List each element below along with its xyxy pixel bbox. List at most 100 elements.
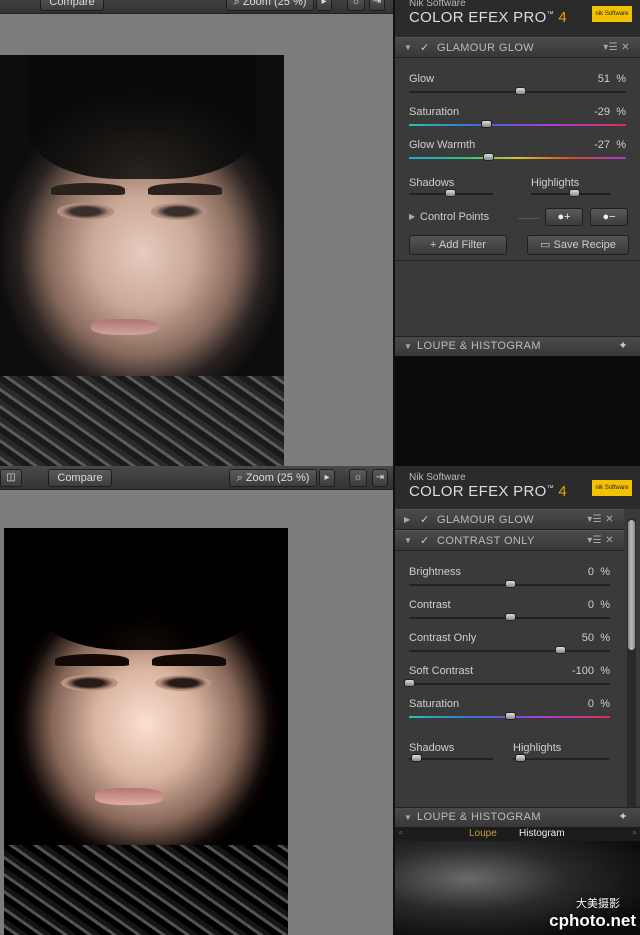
slider-track[interactable] <box>409 683 610 685</box>
slider-value[interactable]: -29 <box>594 106 610 118</box>
expand-arrow-icon[interactable]: ▼ <box>404 337 412 356</box>
histogram-checkbox[interactable]: ▫ <box>632 827 636 841</box>
pin-icon[interactable]: ✦ <box>618 337 628 356</box>
slider-glow-warmth: Glow Warmth -27% <box>395 132 640 165</box>
exit-icon[interactable]: ⇥ <box>372 469 388 487</box>
slider-label: Saturation <box>409 698 460 710</box>
portrait-photo-before <box>4 528 288 935</box>
slider-saturation: Saturation -29% <box>395 99 640 132</box>
divider <box>518 218 540 219</box>
loupe-checkbox[interactable]: ▫ <box>399 827 403 841</box>
slider-value[interactable]: 0 <box>588 599 594 611</box>
slider-knob[interactable] <box>514 87 526 95</box>
slider-knob[interactable] <box>483 153 495 161</box>
top-canvas <box>0 14 393 466</box>
nik-logo: nik Software <box>592 480 632 496</box>
exit-icon[interactable]: ⇥ <box>369 0 385 11</box>
filter-header-contrast-only[interactable]: ▼ ✓ CONTRAST ONLY ▾☰ ✕ <box>395 530 624 551</box>
filter-name: GLAMOUR GLOW <box>437 42 535 54</box>
slider-unit: % <box>600 698 610 710</box>
slider-knob[interactable] <box>504 613 516 621</box>
slider-knob[interactable] <box>481 120 493 128</box>
filter-name: CONTRAST ONLY <box>437 535 535 547</box>
shadows-knob[interactable] <box>411 754 422 762</box>
expand-arrow-icon[interactable]: ▼ <box>404 38 412 58</box>
highlights-label: Highlights <box>531 177 580 189</box>
top-view: Compare ⌕ Zoom (25 %) ▸ ☼ ⇥ Nik Software… <box>0 0 640 466</box>
bottom-toolbar: ◫ Compare ⌕ Zoom (25 %) ▸ ☼ ⇥ <box>0 466 393 490</box>
loupe-view <box>395 356 640 466</box>
checkmark-icon[interactable]: ✓ <box>420 510 430 530</box>
expand-arrow-icon[interactable]: ▶ <box>409 212 415 221</box>
slider-value[interactable]: 0 <box>588 698 594 710</box>
brand-header: Nik Software COLOR EFEX PRO™ 4 nik Softw… <box>395 0 640 37</box>
remove-control-point-button[interactable]: ●− <box>590 208 628 226</box>
add-filter-button[interactable]: + Add Filter <box>409 235 507 255</box>
loupe-histogram-header[interactable]: ▼ LOUPE & HISTOGRAM ✦ <box>395 336 640 356</box>
checkmark-icon[interactable]: ✓ <box>420 531 430 551</box>
loupe-tab[interactable]: Loupe <box>469 827 497 841</box>
slider-unit: % <box>616 73 626 85</box>
expand-arrow-icon[interactable]: ▼ <box>404 531 412 551</box>
filter-menu-close-icon[interactable]: ▾☰ ✕ <box>603 38 630 58</box>
filter-actions: + Add Filter ▭ Save Recipe <box>395 231 640 261</box>
zoom-next-arrow-icon[interactable]: ▸ <box>319 469 335 487</box>
panel-scrollbar[interactable] <box>627 518 636 814</box>
slider-label: Glow <box>409 73 435 85</box>
slider-value[interactable]: 51 <box>598 73 610 85</box>
slider-value[interactable]: 50 <box>582 632 594 644</box>
right-eye <box>154 674 212 691</box>
add-control-point-button[interactable]: ●+ <box>545 208 583 226</box>
control-points-row: ▶ Control Points ●+ ●− <box>395 207 640 231</box>
slider-track[interactable] <box>409 157 626 159</box>
slider-value[interactable]: 0 <box>588 566 594 578</box>
lightbulb-icon[interactable]: ☼ <box>347 0 365 11</box>
zoom-dropdown[interactable]: ⌕ Zoom (25 %) <box>226 0 314 11</box>
collar <box>4 845 288 935</box>
filter-header-glamour-glow[interactable]: ▼ ✓ GLAMOUR GLOW ▾☰ ✕ <box>395 37 640 58</box>
mouth <box>94 788 164 805</box>
split-view-icon[interactable]: ◫ <box>0 469 22 487</box>
control-points-label: Control Points <box>420 211 490 223</box>
slider-knob[interactable] <box>554 646 566 654</box>
shadows-knob[interactable] <box>445 189 456 197</box>
compare-button[interactable]: Compare <box>40 0 104 11</box>
hair-region <box>28 55 256 179</box>
pin-icon[interactable]: ✦ <box>618 808 628 827</box>
checkmark-icon[interactable]: ✓ <box>420 38 430 58</box>
save-recipe-icon: ▭ <box>540 239 554 251</box>
slider-knob[interactable] <box>404 679 415 687</box>
filter-menu-close-icon[interactable]: ▾☰ ✕ <box>587 531 614 551</box>
save-recipe-button[interactable]: ▭ Save Recipe <box>527 235 629 255</box>
nik-logo: nik Software <box>592 6 632 22</box>
slider-value[interactable]: -27 <box>594 139 610 151</box>
slider-track[interactable] <box>409 124 626 126</box>
slider-knob[interactable] <box>504 712 516 720</box>
left-eye <box>56 203 114 220</box>
right-brow <box>151 654 226 667</box>
highlights-track[interactable] <box>513 758 609 760</box>
zoom-dropdown[interactable]: ⌕ Zoom (25 %) <box>229 469 317 487</box>
collapsed-arrow-icon[interactable]: ▶ <box>404 510 411 530</box>
highlights-knob[interactable] <box>569 189 580 197</box>
right-eye <box>150 203 208 220</box>
highlights-knob[interactable] <box>515 754 526 762</box>
slider-contrast-only: Contrast Only 50% <box>395 625 624 658</box>
slider-value[interactable]: -100 <box>572 665 594 677</box>
filter-header-glamour-glow[interactable]: ▶ ✓ GLAMOUR GLOW ▾☰ ✕ <box>395 509 624 530</box>
bottom-filter-panel: Nik Software COLOR EFEX PRO™ 4 nik Softw… <box>393 466 640 935</box>
lightbulb-icon[interactable]: ☼ <box>349 469 367 487</box>
portrait-photo-after <box>0 55 284 466</box>
slider-knob[interactable] <box>504 580 516 588</box>
filter-menu-close-icon[interactable]: ▾☰ ✕ <box>587 510 614 530</box>
slider-unit: % <box>600 632 610 644</box>
hair-region <box>32 528 260 651</box>
scrollbar-thumb[interactable] <box>628 520 635 650</box>
zoom-next-arrow-icon[interactable]: ▸ <box>316 0 332 11</box>
loupe-histogram-header[interactable]: ▼ LOUPE & HISTOGRAM ✦ <box>395 807 640 827</box>
slider-track[interactable] <box>409 650 610 652</box>
expand-arrow-icon[interactable]: ▼ <box>404 808 412 827</box>
magnifier-icon: ⌕ <box>233 0 243 8</box>
histogram-tab[interactable]: Histogram <box>519 827 565 841</box>
compare-button[interactable]: Compare <box>48 469 112 487</box>
